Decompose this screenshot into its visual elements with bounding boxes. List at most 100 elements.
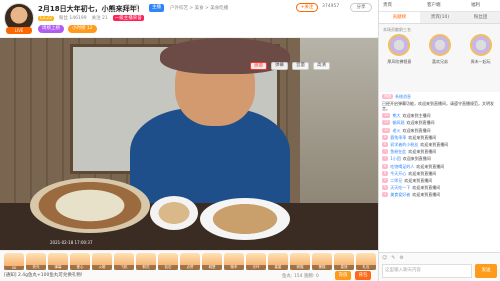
gift-label: 城堡 (202, 265, 222, 270)
chat-badge: 4 (382, 192, 389, 198)
hot-count: 374957 (322, 4, 340, 9)
gift-item[interactable]: 钻石 (158, 253, 178, 270)
chat-text: 欢迎来到直播间 (412, 185, 441, 191)
avatar (388, 34, 411, 56)
gift-item[interactable]: 弹幕 (48, 253, 68, 270)
chat-user[interactable]: 老火 (392, 128, 400, 133)
chat-text: 欢迎来到直播间 (408, 134, 437, 140)
chat-user[interactable]: 熊大 (392, 113, 400, 118)
color-icon[interactable]: ✎ (391, 255, 395, 261)
contributor-1[interactable]: 厚风吹拂惬意 (381, 34, 417, 88)
emoji-icon[interactable]: ☺ (382, 255, 387, 261)
chat-user[interactable]: 二师兄 (390, 178, 402, 183)
chat-user[interactable]: 系统消息 (395, 94, 411, 99)
chat-user[interactable]: 今天开心 (390, 171, 406, 176)
chat-user[interactable]: 美食爱好者 (390, 192, 410, 197)
user-balance: 鱼丸: 154 翅膀: 0 (282, 274, 319, 279)
chat-user[interactable]: 吃饱喝足的人 (390, 164, 414, 169)
gift-item[interactable]: 火箭 (92, 253, 112, 270)
panel-client-link[interactable]: 客户端 (427, 2, 441, 8)
chat-message: 8 初学者的小粉丝 欢迎来到直播间 (382, 141, 498, 147)
live-tag: LIVE (6, 27, 32, 34)
fans-club-link[interactable]: 粉丝团 (125, 4, 139, 12)
week-rank-badge[interactable]: 周榜上榜 (38, 25, 64, 33)
gift-item[interactable]: 皇冠 (334, 253, 354, 270)
chat-badge: 7 (382, 149, 389, 155)
send-button[interactable]: 发送 (475, 264, 497, 278)
contributor-3[interactable]: 周末一起玩 (463, 34, 499, 88)
chat-input[interactable]: 这里输入聊天内容 (382, 264, 472, 278)
gift-label: 跑车 (224, 265, 244, 270)
gift-label: 点赞 (180, 265, 200, 270)
gift-label: 弹幕 (48, 265, 68, 270)
chat-text: 欢迎来到直播间 (420, 141, 449, 147)
chat-message: 6 吃饱喝足的人 欢迎来到直播间 (382, 163, 498, 169)
gift-item[interactable]: 星星 (268, 253, 288, 270)
settings-icon[interactable]: ⚙ (399, 255, 403, 261)
chat-user[interactable]: 鱼粉在此 (390, 149, 406, 154)
chat-text: 欢迎来到主播间 (402, 113, 431, 119)
danmaku-control[interactable]: 弹幕 (271, 62, 288, 70)
gift-item[interactable]: 荧光 (26, 253, 46, 270)
chat-message: 5 二师兄 欢迎来到直播间 (382, 177, 498, 183)
panel-vip-link[interactable]: 贵宾 (383, 2, 392, 8)
recharge-button[interactable]: 充值 (335, 271, 351, 280)
chat-message: 12 御风观 欢迎来到直播间 (382, 120, 498, 126)
gift-item[interactable]: 蛋糕 (312, 253, 332, 270)
hour-rank-badge[interactable]: 小时榜 12 (68, 25, 97, 33)
gift-item[interactable]: 城堡 (202, 253, 222, 270)
chat-text: 欢迎来到直播间 (408, 149, 437, 155)
chat-badge: 5 (382, 177, 389, 183)
host-badge: 主播 (149, 4, 164, 12)
chat-text: 欢迎来到直播间 (416, 163, 445, 169)
quality-control[interactable]: 画面 (250, 62, 267, 70)
chat-user[interactable]: 天天吃一下 (390, 185, 410, 190)
video-player[interactable]: 2021-02-18 17:00:37 画面 弹幕 音量 高清 (0, 38, 378, 250)
gift-list: SK 荧光 弹幕 爱心 火箭 飞机 鲜花 钻石 点赞 城堡 跑车 光环 星星 熊猫 蛋糕 皇冠 礼包 (4, 253, 376, 270)
backpack-button[interactable]: 背包 (355, 271, 371, 280)
tab-vip[interactable]: 贵宾(10) (420, 12, 461, 23)
side-panel: 贵宾 客户端 福利 贡献榜 贵宾(10) 粉丝团 本场贡献前三名 厚风吹拂惬意 … (378, 0, 500, 281)
follow-count: 关注 21 (91, 16, 108, 21)
gift-label: 礼包 (356, 265, 376, 270)
gift-item[interactable]: 爱心 (70, 253, 90, 270)
gift-item[interactable]: 熊猫 (290, 253, 310, 270)
hd-control[interactable]: 高清 (313, 62, 330, 70)
gift-item[interactable]: 飞机 (114, 253, 134, 270)
chat-input-bar: ☺ ✎ ⚙ 这里输入聊天内容 发送 (379, 252, 500, 281)
chat-text: 欢迎来到直播间 (412, 192, 441, 198)
chat-badge: 8 (382, 141, 389, 147)
chat-user[interactable]: 初学者的小粉丝 (390, 142, 418, 147)
tab-fans[interactable]: 粉丝团 (460, 12, 500, 23)
chat-badge: 6 (382, 163, 389, 169)
contributor-2[interactable]: 喜欢兄弟 (422, 34, 458, 88)
contributor-name: 喜欢兄弟 (431, 59, 448, 64)
chat-message: 10 老火 欢迎来到直播间 (382, 127, 498, 133)
panel-welfare-link[interactable]: 福利 (471, 2, 480, 8)
follow-button[interactable]: +关注 (296, 3, 318, 12)
share-button[interactable]: 分享 (350, 3, 372, 12)
gift-notice: [通知] 2.4g鱼丸+100鱼丸可兑换礼物! (4, 273, 83, 278)
chat-user[interactable]: 御风观 (392, 120, 404, 125)
gift-label: 星星 (268, 265, 288, 270)
gift-item[interactable]: 跑车 (224, 253, 244, 270)
food-plate (200, 198, 290, 240)
gift-item[interactable]: 鲜花 (136, 253, 156, 270)
gift-item[interactable]: 光环 (246, 253, 266, 270)
gift-item[interactable]: 礼包 (356, 253, 376, 270)
chat-text: 已经开启弹幕功能，欢迎来到直播间，请遵守直播规范，文明发言。 (382, 101, 494, 111)
gift-label: SK (4, 266, 24, 270)
gift-item[interactable]: 点赞 (180, 253, 200, 270)
volume-control[interactable]: 音量 (292, 62, 309, 70)
avatar (469, 34, 492, 56)
gift-item[interactable]: SK (4, 253, 24, 270)
chat-message: 6 今天开心 欢迎来到直播间 (382, 170, 498, 176)
breadcrumb[interactable]: 户外综艺 > 美食 > 美食吃播 (170, 5, 228, 11)
tab-contribution[interactable]: 贡献榜 (379, 12, 420, 23)
chat-badge: 9 (382, 134, 389, 140)
chat-user[interactable]: 1小团 (390, 156, 401, 161)
soup-pot (30, 178, 150, 233)
gift-label: 爱心 (70, 265, 90, 270)
top-contributors: 厚风吹拂惬意 喜欢兄弟 周末一起玩 (379, 34, 500, 88)
chat-user[interactable]: 赛兔乖乖 (390, 135, 406, 140)
